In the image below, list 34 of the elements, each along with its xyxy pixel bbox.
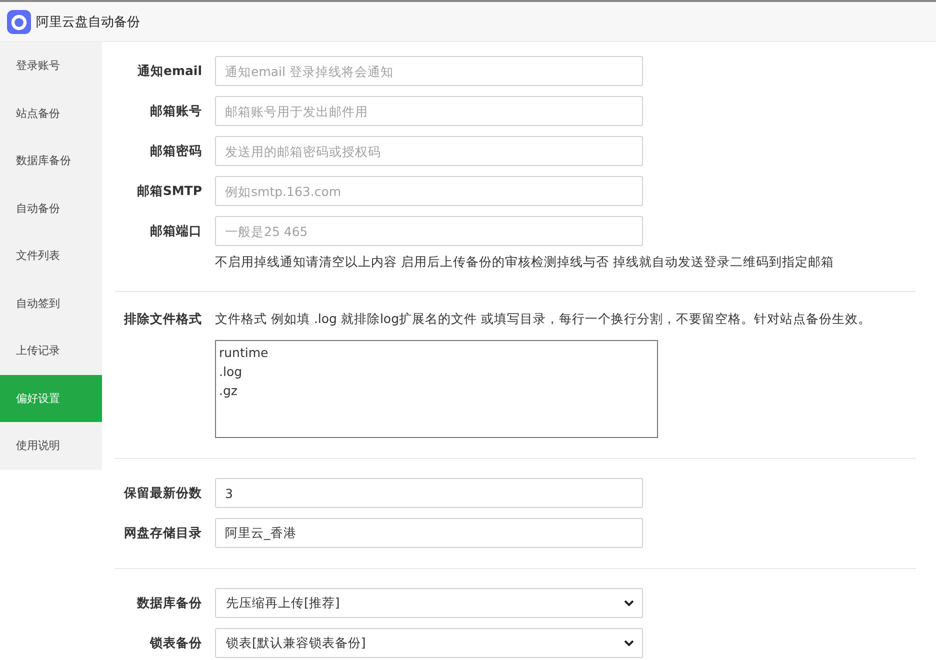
- sidebar-item[interactable]: 上传记录: [0, 327, 102, 374]
- field-label: 邮箱SMTP: [136, 182, 202, 200]
- input-field[interactable]: 邮箱账号用于发出邮件用: [215, 96, 643, 126]
- chevron-down-icon: [624, 600, 634, 606]
- field-label: 网盘存储目录: [123, 524, 202, 542]
- sidebar-item[interactable]: 站点备份: [0, 90, 102, 137]
- field-label: 锁表备份: [148, 634, 202, 652]
- text-area[interactable]: runtime .log .gz: [215, 340, 658, 438]
- dropdown[interactable]: 先压缩再上传[推荐]: [215, 588, 643, 618]
- field-label: 保留最新份数: [122, 484, 202, 502]
- window-title: 阿里云盘自动备份: [36, 14, 140, 30]
- input-field[interactable]: 通知email 登录掉线将会通知: [215, 56, 643, 86]
- sidebar-item[interactable]: 使用说明: [0, 422, 102, 470]
- help-text: 不启用掉线通知请清空以上内容 启用后上传备份的审核检测掉线与否 掉线就自动发送登录二维码到指定邮箱: [215, 254, 834, 271]
- field-label: 邮箱账号: [149, 102, 202, 120]
- field-label: 排除文件格式: [122, 311, 202, 328]
- app-logo-icon: [7, 10, 31, 34]
- input-field[interactable]: 例如smtp.163.com: [215, 176, 643, 206]
- dropdown[interactable]: 锁表[默认兼容锁表备份]: [215, 628, 643, 658]
- field-label: 数据库备份: [136, 594, 202, 612]
- help-text: 文件格式 例如填 .log 就排除log扩展名的文件 或填写目录，每行一个换行分割，不要留空格。针对站点备份生效。: [215, 311, 871, 328]
- input-field[interactable]: 一般是25 465: [215, 216, 643, 246]
- chevron-down-icon: [624, 640, 634, 646]
- field-label: 通知email: [136, 62, 202, 80]
- sidebar-item[interactable]: 自动备份: [0, 184, 102, 232]
- sidebar-item[interactable]: 数据库备份: [0, 137, 102, 184]
- input-field[interactable]: 阿里云_香港: [215, 518, 643, 548]
- field-label: 邮箱密码: [149, 142, 202, 160]
- input-field[interactable]: 发送用的邮箱密码或授权码: [215, 136, 643, 166]
- sidebar-item[interactable]: 自动签到: [0, 280, 102, 327]
- input-field[interactable]: 3: [215, 478, 643, 508]
- sidebar-item[interactable]: 文件列表: [0, 232, 102, 280]
- sidebar-item[interactable]: 登录账号: [0, 42, 102, 90]
- field-label: 邮箱端口: [149, 222, 202, 240]
